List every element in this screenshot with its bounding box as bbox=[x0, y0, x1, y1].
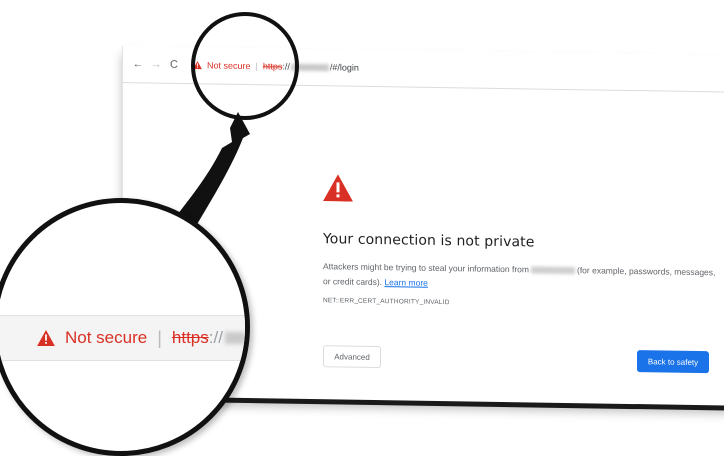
zoomed-address-bar: Not secure | https :// bbox=[0, 315, 245, 361]
zoomed-redacted-host bbox=[224, 332, 245, 344]
zoomed-warning-icon bbox=[37, 330, 55, 346]
magnifier-circle: Not secure | https :// bbox=[0, 198, 250, 456]
zoomed-url-slashes: :// bbox=[208, 328, 223, 347]
zoomed-url-scheme: https bbox=[171, 328, 209, 347]
zoomed-separator: | bbox=[157, 327, 162, 348]
zoomed-address-content: Not secure | https :// bbox=[37, 328, 245, 349]
stage: ← → C Not secure | https :// /#/login Yo… bbox=[0, 0, 724, 456]
zoomed-not-secure-label: Not secure bbox=[65, 328, 148, 347]
